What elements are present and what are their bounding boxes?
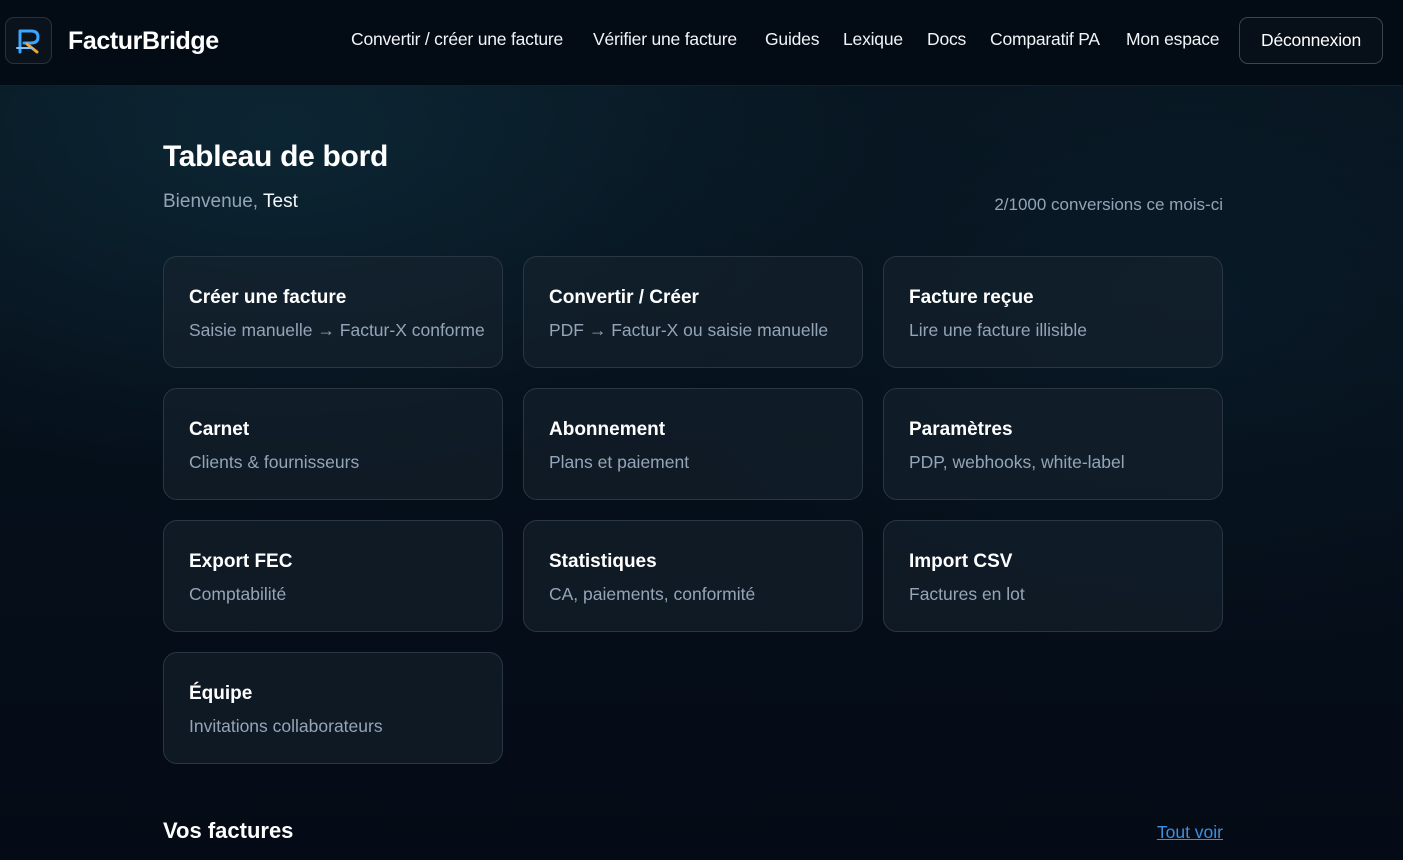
nav-link-my-space[interactable]: Mon espace bbox=[1126, 29, 1220, 55]
welcome-message: Bienvenue, Test bbox=[163, 191, 298, 213]
card-subtitle: Factures en lot bbox=[909, 584, 1025, 604]
card-export-fec[interactable]: Export FEC Comptabilité bbox=[163, 520, 503, 632]
card-title: Abonnement bbox=[549, 419, 666, 440]
card-convert-create[interactable]: Convertir / Créer PDF → Factur-X ou sais… bbox=[523, 256, 863, 368]
brand-name[interactable]: FacturBridge bbox=[68, 27, 219, 56]
conversion-usage: 2/1000 conversions ce mois-ci bbox=[994, 195, 1223, 214]
nav-link-docs[interactable]: Docs bbox=[927, 29, 966, 55]
card-subtitle: PDP, webhooks, white-label bbox=[909, 452, 1125, 472]
nav-link-verify[interactable]: Vérifier une facture bbox=[593, 29, 737, 55]
card-create-invoice[interactable]: Créer une facture Saisie manuelle → Fact… bbox=[163, 256, 503, 368]
facturbridge-logo-icon bbox=[15, 29, 39, 53]
card-team[interactable]: Équipe Invitations collaborateurs bbox=[163, 652, 503, 764]
invoices-section-title: Vos factures bbox=[163, 818, 294, 843]
card-title: Convertir / Créer bbox=[549, 287, 699, 308]
card-title: Export FEC bbox=[189, 551, 293, 572]
see-all-invoices-link[interactable]: Tout voir bbox=[1157, 822, 1223, 843]
card-subtitle: Saisie manuelle → Factur-X conforme bbox=[189, 320, 485, 340]
nav-link-lexicon[interactable]: Lexique bbox=[843, 29, 903, 55]
card-subscription[interactable]: Abonnement Plans et paiement bbox=[523, 388, 863, 500]
card-subtitle: Plans et paiement bbox=[549, 452, 690, 472]
card-subtitle: Clients & fournisseurs bbox=[189, 452, 360, 472]
card-title: Équipe bbox=[189, 683, 253, 704]
nav-link-comparison[interactable]: Comparatif PA bbox=[990, 29, 1100, 55]
card-statistics[interactable]: Statistiques CA, paiements, conformité bbox=[523, 520, 863, 632]
logo-icon[interactable] bbox=[5, 17, 52, 64]
top-navigation-bar: FacturBridge Convertir / créer une factu… bbox=[0, 0, 1403, 86]
card-title: Statistiques bbox=[549, 551, 657, 572]
card-import-csv[interactable]: Import CSV Factures en lot bbox=[883, 520, 1223, 632]
card-received-invoice[interactable]: Facture reçue Lire une facture illisible bbox=[883, 256, 1223, 368]
nav-link-convert-create[interactable]: Convertir / créer une facture bbox=[351, 29, 563, 55]
card-title: Créer une facture bbox=[189, 287, 347, 308]
card-title: Paramètres bbox=[909, 419, 1013, 440]
card-title: Facture reçue bbox=[909, 287, 1034, 308]
card-settings[interactable]: Paramètres PDP, webhooks, white-label bbox=[883, 388, 1223, 500]
card-title: Import CSV bbox=[909, 551, 1013, 572]
page-title: Tableau de bord bbox=[163, 140, 388, 173]
nav-link-guides[interactable]: Guides bbox=[765, 29, 819, 55]
user-name: Test bbox=[263, 191, 298, 212]
card-title: Carnet bbox=[189, 419, 250, 440]
card-subtitle: Lire une facture illisible bbox=[909, 320, 1088, 340]
card-subtitle: CA, paiements, conformité bbox=[549, 584, 756, 604]
card-subtitle: Invitations collaborateurs bbox=[189, 716, 383, 736]
welcome-prefix: Bienvenue, bbox=[163, 191, 259, 212]
card-subtitle: PDF → Factur-X ou saisie manuelle bbox=[549, 320, 829, 340]
logout-button[interactable]: Déconnexion bbox=[1239, 17, 1383, 64]
card-subtitle: Comptabilité bbox=[189, 584, 287, 604]
card-address-book[interactable]: Carnet Clients & fournisseurs bbox=[163, 388, 503, 500]
